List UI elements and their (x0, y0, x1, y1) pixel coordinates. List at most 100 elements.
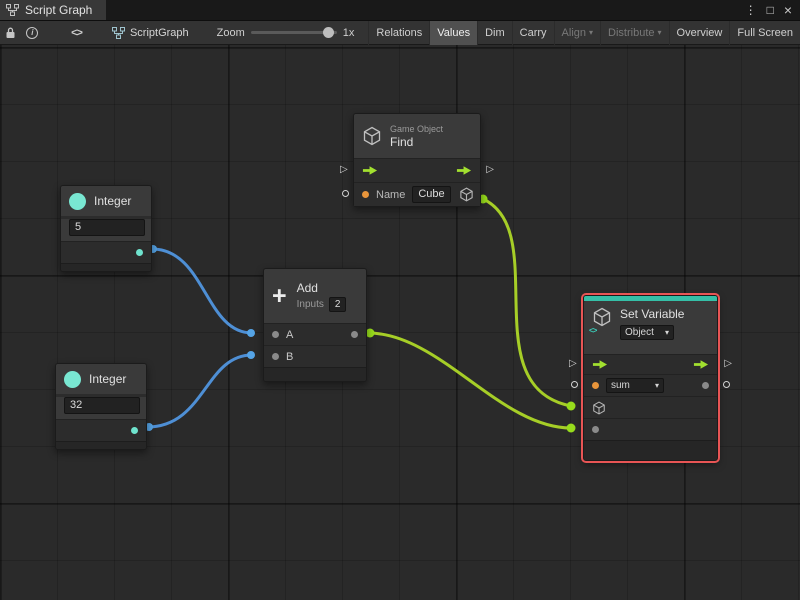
align-label: Align (561, 26, 587, 39)
value-output-port-marker[interactable] (723, 381, 730, 388)
name-value-input[interactable]: Cube (412, 186, 451, 203)
node-header: + Add Inputs 2 (264, 269, 366, 323)
node-integer-a[interactable]: Integer 5 (60, 185, 152, 272)
node-footer (61, 263, 151, 271)
relations-button[interactable]: Relations (368, 20, 429, 45)
relations-label: Relations (376, 26, 423, 39)
port-row-a: A (264, 323, 366, 345)
node-header: Integer (56, 364, 146, 394)
wire-add-to-setvariable-value[interactable] (366, 331, 573, 430)
cube-icon (593, 307, 611, 327)
integer-value-input[interactable]: 5 (69, 219, 145, 236)
scope-label: Object (625, 327, 654, 338)
port-endpoint[interactable] (247, 329, 255, 337)
flow-output-port-marker[interactable]: ▷ (724, 359, 732, 369)
port-endpoint[interactable] (247, 351, 255, 359)
overview-label: Overview (676, 26, 723, 39)
graph-name-label: ScriptGraph (129, 26, 189, 39)
info-button[interactable]: i (22, 21, 44, 45)
variable-name-port[interactable] (592, 382, 599, 389)
close-icon[interactable]: × (784, 2, 792, 18)
flow-input-port-marker[interactable]: ▷ (340, 165, 348, 175)
object-target-port-icon[interactable] (592, 400, 606, 415)
wire-integer5-to-add-a[interactable] (150, 247, 254, 335)
integer-icon (64, 370, 81, 388)
game-object-output-port-icon[interactable] (459, 187, 474, 202)
script-graph-asset-icon (111, 26, 125, 39)
node-header: Game Object Find (354, 114, 480, 158)
node-add[interactable]: + Add Inputs 2 A B (263, 268, 367, 382)
value-output-port[interactable] (702, 382, 709, 389)
carry-button[interactable]: Carry (511, 20, 554, 45)
input-port-b[interactable] (272, 353, 279, 360)
setvar-header-text: Set Variable Object ▾ (620, 307, 684, 340)
flow-input-port-marker[interactable]: ▷ (569, 359, 577, 369)
align-button[interactable]: Align ▾ (553, 20, 600, 45)
code-badge-icon: <> (589, 326, 597, 335)
inputs-label: Inputs (296, 298, 324, 310)
lock-icon (6, 27, 15, 38)
add-header-text: Add Inputs 2 (297, 281, 347, 312)
input-port-a[interactable] (272, 331, 279, 338)
graph-name[interactable]: ScriptGraph (111, 26, 189, 39)
name-input-port[interactable] (362, 191, 369, 198)
code-view-button[interactable]: <> (71, 27, 83, 39)
value-input-port-marker[interactable] (571, 381, 578, 388)
flow-in-arrow-icon[interactable] (592, 359, 608, 370)
variable-name-dropdown[interactable]: sum ▾ (606, 378, 664, 393)
zoom-slider-handle[interactable] (322, 27, 334, 38)
node-footer (584, 440, 717, 460)
node-title: Integer (94, 194, 132, 208)
distribute-label: Distribute (608, 26, 655, 39)
value-row: 32 (56, 397, 146, 419)
graph-canvas[interactable]: Integer 5 Integer 32 + Add Inputs 2 A B … (0, 45, 800, 600)
values-button[interactable]: Values (429, 20, 478, 45)
node-title: Set Variable (620, 307, 685, 321)
lock-button[interactable] (0, 21, 22, 45)
flow-port-row (584, 354, 717, 374)
title-bar: Script Graph ⋮ □ × (0, 0, 800, 21)
integer-value-input[interactable]: 32 (64, 397, 140, 414)
zoom-slider[interactable] (250, 27, 337, 38)
distribute-button[interactable]: Distribute ▾ (600, 20, 668, 45)
inputs-row: Inputs 2 (296, 296, 347, 312)
port-endpoint[interactable] (566, 423, 576, 433)
set-variable-icon: <> (589, 307, 612, 335)
flow-output-port-marker[interactable]: ▷ (486, 165, 494, 175)
chevron-down-icon: ▾ (664, 328, 669, 337)
value-input-port-marker[interactable] (342, 190, 349, 197)
toolbar-buttons: Relations Values Dim Carry Align ▾ Distr… (368, 20, 800, 45)
dim-button[interactable]: Dim (477, 20, 512, 45)
tab-script-graph[interactable]: Script Graph (0, 0, 107, 20)
variable-scope-dropdown[interactable]: Object ▾ (620, 325, 674, 340)
wire-integer32-to-add-b[interactable] (145, 353, 254, 429)
overview-button[interactable]: Overview (668, 20, 730, 45)
flow-out-arrow-icon[interactable] (456, 165, 472, 176)
integer-output-port[interactable] (136, 249, 143, 256)
dim-label: Dim (485, 26, 505, 39)
node-header: <> Set Variable Object ▾ (584, 301, 717, 354)
sum-output-port[interactable] (351, 331, 358, 338)
object-target-row (584, 396, 717, 418)
output-port-row (61, 241, 151, 263)
flow-in-arrow-icon[interactable] (362, 165, 378, 176)
port-endpoint[interactable] (566, 401, 576, 411)
inputs-count-input[interactable]: 2 (328, 296, 347, 312)
zoom-control: Zoom 1x (217, 27, 355, 39)
fullscreen-button[interactable]: Full Screen (729, 20, 800, 45)
node-set-variable[interactable]: ▷ ▷ <> Set Variable Object ▾ sum ▾ (569, 295, 732, 461)
window-menu-icon[interactable]: ⋮ (745, 3, 757, 17)
node-header: Integer (61, 186, 151, 216)
maximize-icon[interactable]: □ (767, 3, 774, 17)
graph-toolbar: i <> ScriptGraph Zoom 1x Relations Value… (0, 20, 800, 45)
node-category: Game Object (390, 123, 444, 134)
value-input-port[interactable] (592, 426, 599, 433)
node-find[interactable]: ▷ ▷ Game Object Find Name Cube (340, 113, 494, 207)
flow-out-arrow-icon[interactable] (693, 359, 709, 370)
carry-label: Carry (519, 26, 547, 39)
node-title: Find (390, 134, 414, 149)
flow-port-row (354, 158, 480, 182)
integer-output-port[interactable] (131, 427, 138, 434)
wire-find-to-setvariable-object[interactable] (481, 197, 573, 408)
node-integer-b[interactable]: Integer 32 (55, 363, 147, 450)
